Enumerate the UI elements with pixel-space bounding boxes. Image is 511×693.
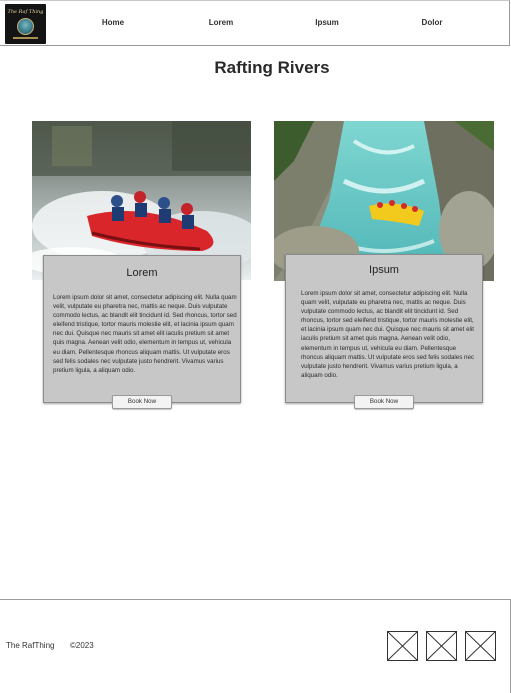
footer-brand: The RafThing bbox=[6, 641, 55, 650]
footer-copyright: ©2023 bbox=[70, 641, 94, 650]
card-title: Ipsum bbox=[369, 264, 399, 276]
page-title: Rafting Rivers bbox=[214, 58, 330, 77]
card-body: Lorem ipsum dolor sit amet, consectetur … bbox=[53, 294, 237, 374]
site-logo[interactable]: The Raf Thing bbox=[5, 4, 46, 44]
site-header: The Raf Thing Home Lorem Ipsum Dolor bbox=[0, 0, 510, 46]
image-placeholder-icon[interactable] bbox=[426, 631, 457, 661]
logo-emblem bbox=[17, 18, 34, 35]
book-now-button-lorem[interactable]: Book Now bbox=[112, 395, 172, 409]
nav-ipsum[interactable]: Ipsum bbox=[315, 18, 339, 27]
image-placeholder-icon[interactable] bbox=[465, 631, 496, 661]
card-ipsum: Ipsum Lorem ipsum dolor sit amet, consec… bbox=[285, 254, 483, 403]
card-title: Lorem bbox=[126, 267, 158, 279]
card-lorem: Lorem Lorem ipsum dolor sit amet, consec… bbox=[43, 255, 241, 403]
logo-base bbox=[13, 37, 38, 39]
site-footer: The RafThing ©2023 bbox=[0, 599, 511, 693]
logo-text: The Raf Thing bbox=[7, 9, 44, 15]
image-placeholder-icon[interactable] bbox=[387, 631, 418, 661]
nav-home[interactable]: Home bbox=[102, 18, 124, 27]
nav-dolor[interactable]: Dolor bbox=[422, 18, 443, 27]
card-body: Lorem ipsum dolor sit amet, consectetur … bbox=[301, 290, 474, 379]
book-now-button-ipsum[interactable]: Book Now bbox=[354, 395, 414, 409]
nav-lorem[interactable]: Lorem bbox=[209, 18, 233, 27]
